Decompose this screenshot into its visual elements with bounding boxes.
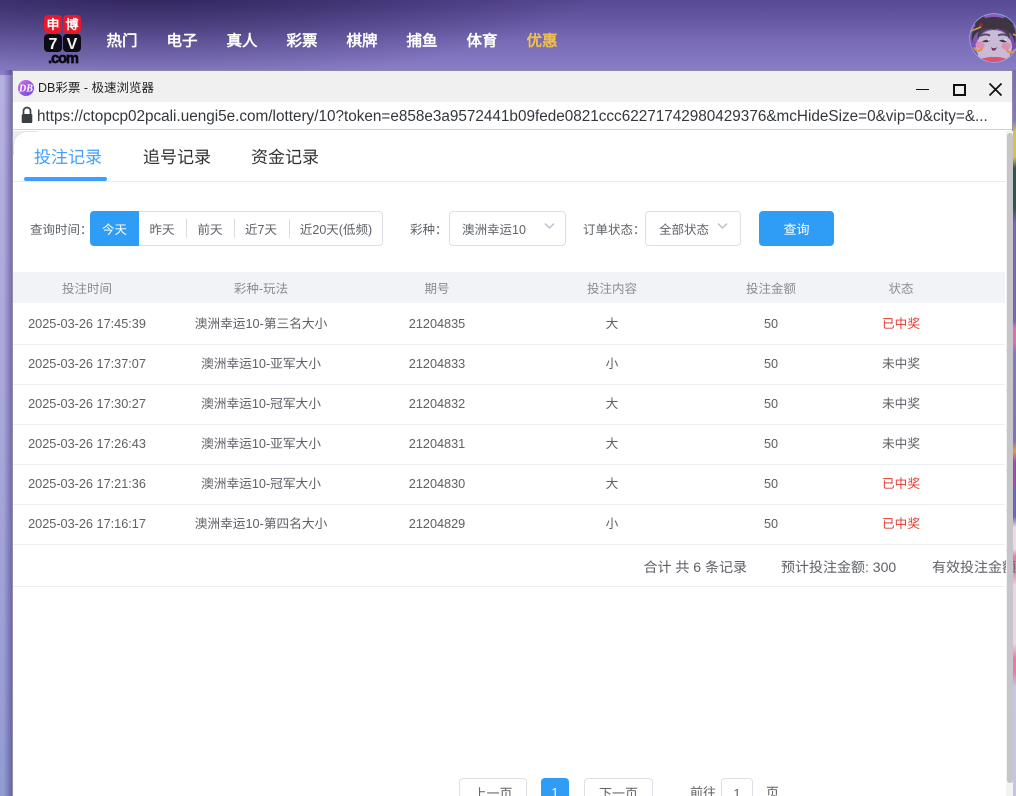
svg-text:DB: DB (18, 84, 33, 95)
